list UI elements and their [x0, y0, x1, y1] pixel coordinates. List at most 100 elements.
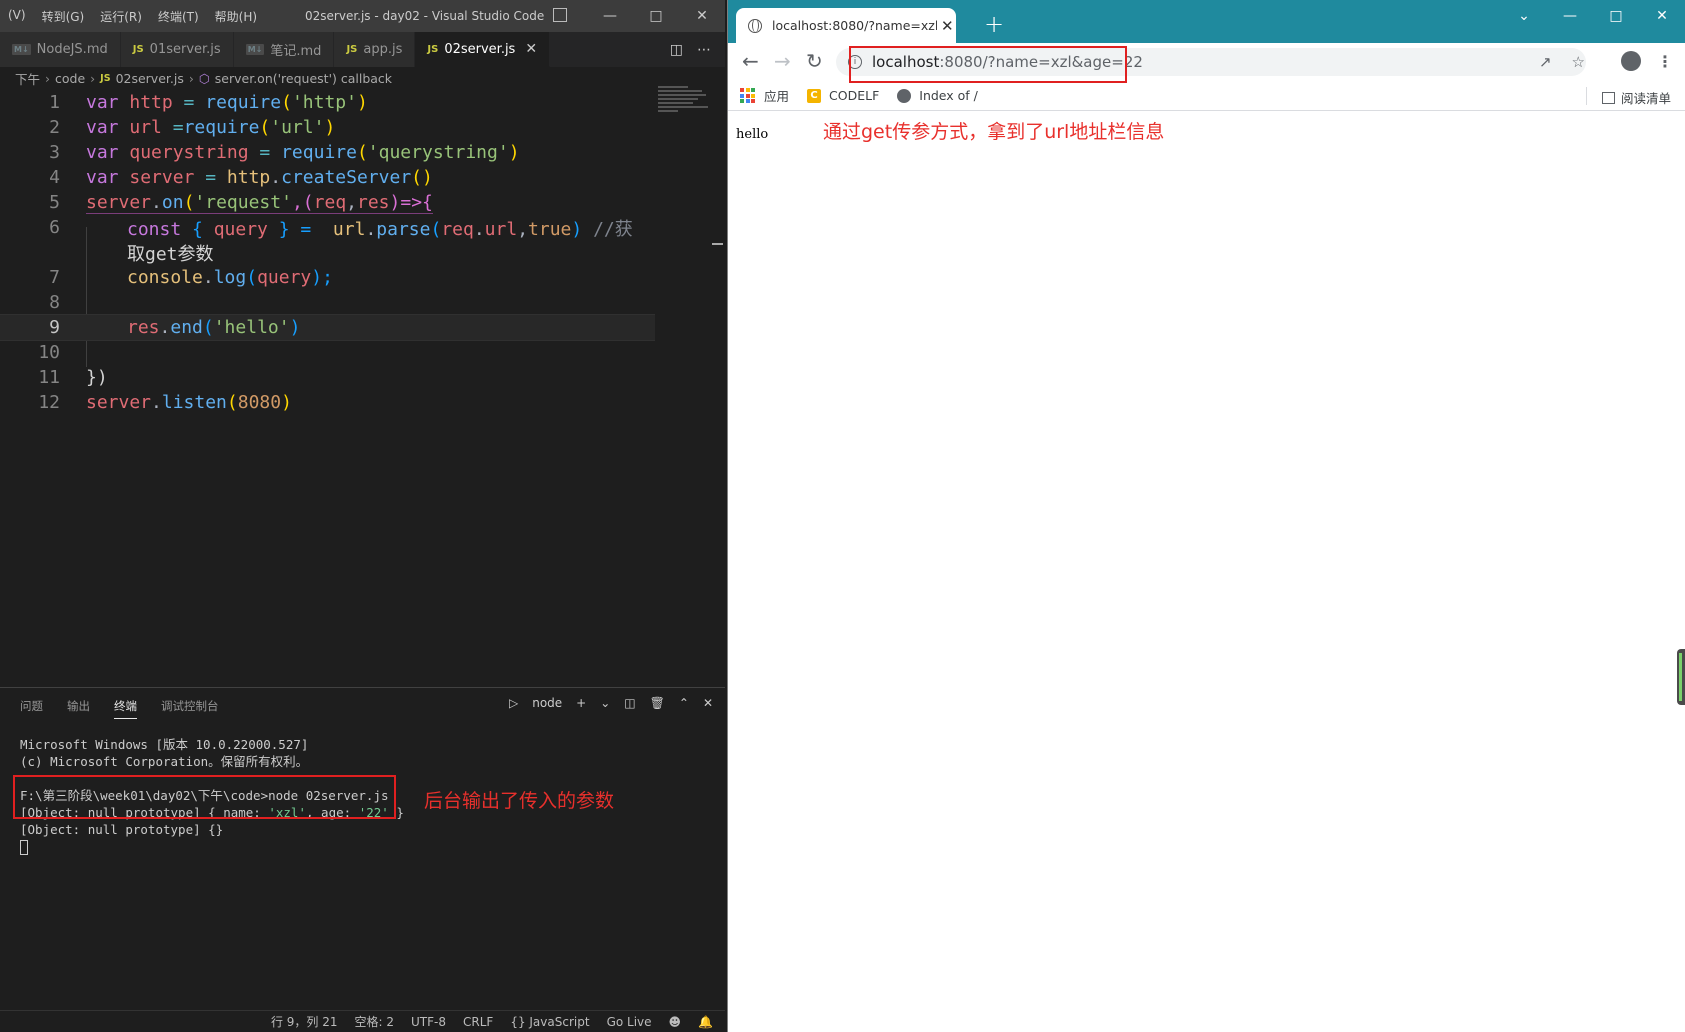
tab-output[interactable]: 输出: [67, 698, 90, 714]
status-language[interactable]: {} JavaScript: [510, 1015, 589, 1029]
star-icon[interactable]: ☆: [1572, 53, 1585, 71]
trash-icon[interactable]: 🗑: [650, 696, 665, 710]
code-line-current[interactable]: 9 res.end('hello'): [0, 314, 655, 341]
maximize-icon[interactable]: □: [633, 0, 679, 32]
status-encoding[interactable]: UTF-8: [411, 1015, 446, 1029]
close-icon[interactable]: ✕: [1639, 0, 1685, 32]
window-controls: ⌄ — □ ✕: [1501, 0, 1685, 32]
new-terminal-icon[interactable]: +: [576, 696, 586, 710]
status-cursor-position[interactable]: 行 9，列 21: [271, 1013, 338, 1030]
terminal-cursor: [20, 838, 404, 855]
profile-avatar[interactable]: [1621, 51, 1641, 71]
line-number: 1: [49, 92, 60, 113]
code-line-wrap[interactable]: 取get参数: [0, 239, 655, 266]
code-editor[interactable]: 1 var http = require('http') 2 var url =…: [0, 89, 725, 687]
new-tab-button[interactable]: +: [984, 10, 1004, 38]
window-title: 02server.js - day02 - Visual Studio Code: [305, 9, 545, 23]
tab-02server-js[interactable]: JS 02server.js ✕: [415, 32, 551, 67]
chevron-down-icon[interactable]: ⌄: [600, 696, 610, 710]
maximize-icon[interactable]: □: [1593, 0, 1639, 32]
code-line[interactable]: 4 var server = http.createServer(): [0, 164, 655, 191]
share-icon[interactable]: ↗: [1539, 53, 1552, 71]
minimize-icon[interactable]: —: [587, 0, 633, 32]
chevron-right-icon: ›: [45, 70, 51, 86]
line-number: 2: [49, 117, 60, 138]
chevron-right-icon: ›: [188, 70, 194, 86]
forward-icon[interactable]: →: [774, 49, 791, 73]
bookmark-codelf[interactable]: C CODELF: [807, 88, 879, 103]
tab-debug-console[interactable]: 调试控制台: [161, 698, 219, 714]
code-line[interactable]: 3 var querystring = require('querystring…: [0, 139, 655, 166]
line-code: const { query } = url.parse(req.url,true…: [127, 218, 633, 240]
bookmark-index[interactable]: Index of /: [897, 88, 978, 103]
panel-actions: ▷ node + ⌄ ◫ 🗑 ⌃ ✕: [509, 696, 713, 710]
layout-icon[interactable]: [553, 8, 567, 22]
terminal-line: Microsoft Windows [版本 10.0.22000.527]: [20, 737, 309, 752]
close-panel-icon[interactable]: ✕: [703, 696, 713, 710]
minimize-icon[interactable]: —: [1547, 0, 1593, 32]
breadcrumb-file[interactable]: 02server.js: [116, 71, 184, 86]
code-line[interactable]: 6 const { query } = url.parse(req.url,tr…: [0, 214, 655, 241]
bookmark-apps[interactable]: 应用: [740, 86, 789, 105]
status-go-live[interactable]: Go Live: [607, 1015, 652, 1029]
chevron-down-icon[interactable]: ⌄: [1501, 0, 1547, 32]
bookmarks-bar: 应用 C CODELF Index of / 阅读清单: [728, 81, 1685, 111]
breadcrumb-folder[interactable]: code: [55, 71, 85, 86]
menu-run[interactable]: 运行(R): [92, 8, 150, 25]
split-terminal-icon[interactable]: ◫: [624, 696, 635, 710]
tab-notes-md[interactable]: M↓ 笔记.md: [233, 32, 335, 67]
reload-icon[interactable]: ↻: [806, 49, 823, 73]
breadcrumb-symbol[interactable]: server.on('request') callback: [215, 71, 392, 86]
code-line[interactable]: 1 var http = require('http'): [0, 89, 655, 116]
close-icon[interactable]: ✕: [679, 0, 725, 32]
terminal-line: (c) Microsoft Corporation。保留所有权利。: [20, 754, 309, 769]
chrome-tabstrip: localhost:8080/?name=xzl&age=22 ✕ + ⌄ — …: [728, 0, 1685, 43]
menu-help[interactable]: 帮助(H): [207, 8, 265, 25]
shell-name[interactable]: node: [532, 696, 562, 710]
tab-01server-js[interactable]: JS 01server.js: [120, 32, 234, 67]
code-line[interactable]: 8: [0, 289, 655, 316]
tab-label: NodeJS.md: [36, 42, 108, 57]
tab-problems[interactable]: 问题: [20, 698, 43, 714]
menu-goto[interactable]: 转到(G): [34, 8, 93, 25]
code-line[interactable]: 10: [0, 339, 655, 366]
reading-list-button[interactable]: 阅读清单: [1601, 88, 1671, 107]
menu-terminal[interactable]: 终端(T): [150, 8, 207, 25]
breadcrumb-folder[interactable]: 下午: [15, 69, 40, 88]
status-indent[interactable]: 空格: 2: [355, 1013, 395, 1030]
method-icon: ⬡: [198, 70, 210, 86]
line-number: 6: [49, 217, 60, 238]
reading-list-icon: [1601, 91, 1615, 104]
code-line[interactable]: 5 server.on('request',(req,res)=>{: [0, 189, 655, 216]
split-editor-icon[interactable]: ◫: [670, 42, 683, 58]
code-line[interactable]: 2 var url =require('url'): [0, 114, 655, 141]
editor-actions: ◫ ⋯: [670, 32, 711, 67]
line-number: 11: [38, 367, 60, 388]
tab-close-icon[interactable]: ✕: [941, 17, 954, 35]
tab-nodejs-md[interactable]: M↓ NodeJS.md: [0, 32, 121, 67]
code-line[interactable]: 7 console.log(query);: [0, 264, 655, 291]
code-line[interactable]: 12 server.listen(8080): [0, 389, 655, 416]
annotation-text-terminal: 后台输出了传入的参数: [424, 790, 615, 812]
status-eol[interactable]: CRLF: [463, 1015, 493, 1029]
menu-dots-icon[interactable]: ⋮: [1657, 52, 1673, 71]
bell-icon[interactable]: 🔔: [698, 1015, 713, 1029]
tab-close-icon[interactable]: ✕: [525, 41, 537, 57]
menu-view[interactable]: (V): [0, 8, 34, 25]
tab-app-js[interactable]: JS app.js: [334, 32, 416, 67]
markdown-icon: M↓: [12, 44, 31, 55]
bookmark-label: 应用: [764, 89, 790, 104]
back-icon[interactable]: ←: [742, 49, 759, 73]
tab-terminal[interactable]: 终端: [114, 693, 137, 719]
more-actions-icon[interactable]: ⋯: [697, 42, 711, 58]
side-panel-handle[interactable]: [1677, 649, 1685, 705]
toolbar-right: ⋮: [1621, 51, 1673, 71]
js-icon: JS: [346, 44, 358, 55]
tab-label: app.js: [363, 42, 403, 57]
tab-label: 01server.js: [149, 42, 221, 57]
browser-tab[interactable]: localhost:8080/?name=xzl&age=22 ✕: [736, 8, 956, 43]
feedback-icon[interactable]: ☻: [669, 1015, 682, 1029]
code-line[interactable]: 11 }): [0, 364, 655, 391]
line-code: var http = require('http'): [86, 92, 368, 113]
maximize-panel-icon[interactable]: ⌃: [679, 696, 689, 710]
